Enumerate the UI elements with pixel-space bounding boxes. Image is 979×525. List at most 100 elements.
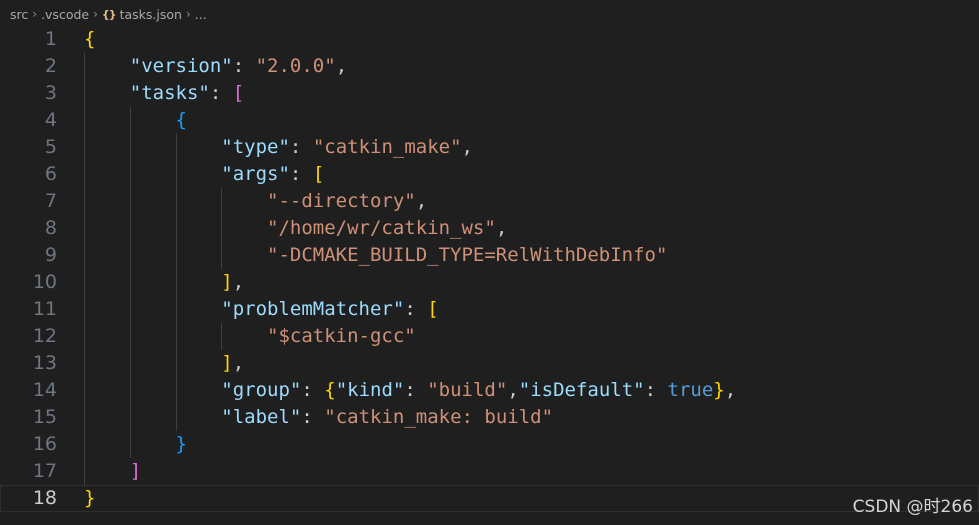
code-token: "group": [221, 379, 302, 401]
code-token: :: [209, 82, 233, 104]
code-line[interactable]: 1{: [0, 26, 979, 53]
code-text: ]: [84, 458, 141, 485]
breadcrumb-item-tasks-json[interactable]: tasks.json: [120, 7, 182, 22]
json-file-icon: {}: [101, 7, 117, 21]
code-text: "-DCMAKE_BUILD_TYPE=RelWithDebInfo": [84, 242, 667, 269]
code-text: "group": {"kind": "build","isDefault": t…: [84, 377, 736, 404]
code-token: "--directory": [267, 190, 416, 212]
line-number: 2: [44, 55, 57, 77]
code-token: }: [713, 379, 725, 401]
code-token: "args": [221, 163, 290, 185]
line-number: 11: [32, 298, 57, 320]
code-text: "$catkin-gcc": [84, 323, 416, 350]
code-token: ,: [495, 217, 508, 239]
code-token: ,: [232, 352, 245, 374]
code-token: :: [301, 379, 325, 401]
code-token: "label": [221, 406, 302, 428]
code-token: {: [175, 109, 187, 131]
code-token: "build": [427, 379, 508, 401]
code-token: "isDefault": [518, 379, 645, 401]
code-line[interactable]: 17 ]: [0, 458, 979, 485]
line-number: 5: [44, 136, 57, 158]
code-line[interactable]: 14 "group": {"kind": "build","isDefault"…: [0, 377, 979, 404]
code-line[interactable]: 9 "-DCMAKE_BUILD_TYPE=RelWithDebInfo": [0, 242, 979, 269]
code-token: "/home/wr/catkin_ws": [267, 217, 496, 239]
line-number: 10: [32, 271, 57, 293]
code-text: "/home/wr/catkin_ws",: [84, 215, 507, 242]
code-line[interactable]: 13 ],: [0, 350, 979, 377]
code-text: {: [84, 107, 187, 134]
code-token: ]: [221, 271, 233, 293]
code-token: ,: [335, 55, 348, 77]
code-text: "label": "catkin_make: build": [84, 404, 553, 431]
code-text: "args": [: [84, 161, 324, 188]
code-text: }: [84, 431, 187, 458]
code-token: :: [404, 379, 428, 401]
code-token: ,: [461, 136, 473, 158]
code-token: ,: [724, 379, 737, 401]
chevron-right-icon: ›: [93, 7, 98, 21]
line-number: 15: [32, 406, 57, 428]
code-text: ],: [84, 350, 244, 377]
breadcrumb-item-vscode[interactable]: .vscode: [41, 7, 89, 22]
code-token: "problemMatcher": [221, 298, 405, 320]
code-token: :: [232, 55, 256, 77]
code-line[interactable]: 7 "--directory",: [0, 188, 979, 215]
code-token: :: [644, 379, 668, 401]
code-token: "catkin_make": [312, 136, 462, 158]
code-token: "tasks": [129, 82, 210, 104]
code-line[interactable]: 4 {: [0, 107, 979, 134]
line-number: 4: [44, 109, 57, 131]
code-line[interactable]: 3 "tasks": [: [0, 80, 979, 107]
code-line[interactable]: 11 "problemMatcher": [: [0, 296, 979, 323]
code-line[interactable]: 8 "/home/wr/catkin_ws",: [0, 215, 979, 242]
line-number: 18: [32, 487, 57, 509]
code-token: [: [312, 163, 325, 185]
line-number: 7: [44, 190, 57, 212]
code-editor[interactable]: 1{2 "version": "2.0.0", 3 "tasks": [4 {5 …: [0, 26, 979, 525]
code-token: "$catkin-gcc": [267, 325, 416, 347]
code-token: :: [289, 163, 313, 185]
code-line[interactable]: 18}: [0, 485, 979, 512]
chevron-right-icon: ›: [185, 7, 191, 21]
code-token: ,: [415, 190, 428, 212]
code-line[interactable]: 5 "type": "catkin_make",: [0, 134, 979, 161]
code-token: "version": [129, 55, 233, 77]
indent-guide: [221, 323, 222, 350]
breadcrumb-item-src[interactable]: src: [10, 7, 28, 22]
code-text: ],: [84, 269, 244, 296]
code-line[interactable]: 2 "version": "2.0.0",: [0, 53, 979, 80]
code-text: "problemMatcher": [: [84, 296, 438, 323]
code-token: "-DCMAKE_BUILD_TYPE=RelWithDebInfo": [267, 244, 668, 266]
code-line[interactable]: 12 "$catkin-gcc": [0, 323, 979, 350]
indent-guide: [84, 53, 85, 485]
line-number: 14: [32, 379, 57, 401]
code-line[interactable]: 6 "args": [: [0, 161, 979, 188]
code-line[interactable]: 16 }: [0, 431, 979, 458]
code-line[interactable]: 15 "label": "catkin_make: build": [0, 404, 979, 431]
code-token: :: [289, 136, 313, 158]
code-token: ]: [129, 460, 142, 482]
code-line[interactable]: 10 ],: [0, 269, 979, 296]
code-token: [: [232, 82, 245, 104]
line-number: 3: [44, 82, 57, 104]
code-text: "tasks": [: [84, 80, 244, 107]
code-token: }: [84, 487, 96, 509]
code-text: "type": "catkin_make",: [84, 134, 473, 161]
code-text: "version": "2.0.0",: [84, 53, 347, 80]
breadcrumb-item-more[interactable]: ...: [195, 7, 207, 22]
code-token: :: [404, 298, 428, 320]
code-token: ,: [507, 379, 519, 401]
indent-guide: [130, 107, 131, 458]
code-token: "type": [221, 136, 290, 158]
code-token: {: [324, 379, 336, 401]
code-token: "catkin_make: build": [324, 406, 554, 428]
